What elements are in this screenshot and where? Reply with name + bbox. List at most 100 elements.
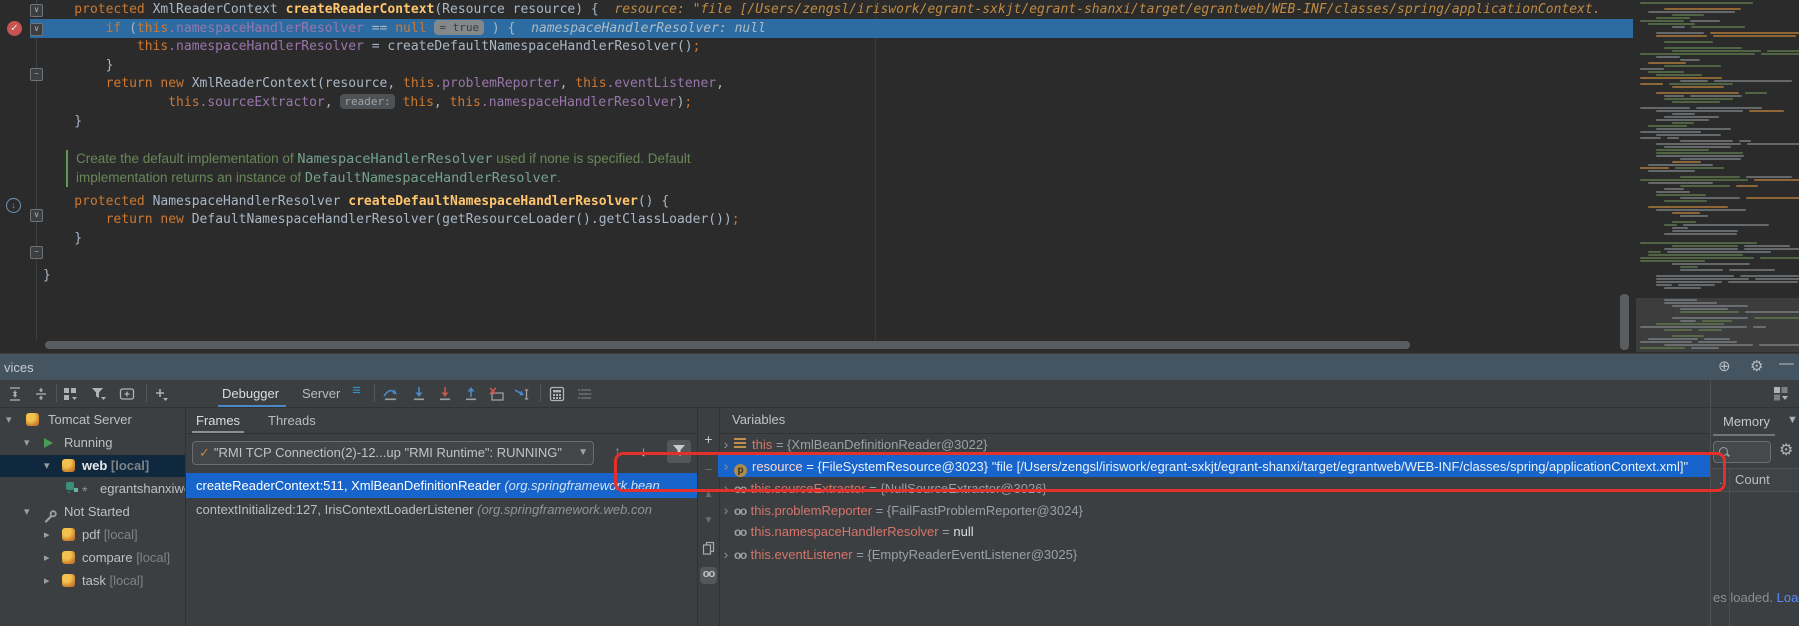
- tomcat-icon: [62, 459, 75, 472]
- variables-panel: Variables ›this = {XmlBeanDefinitionRead…: [718, 407, 1710, 626]
- sidebar-item-not-started[interactable]: ▾ Not Started: [0, 501, 185, 523]
- force-step-into-icon[interactable]: [436, 385, 453, 402]
- tomcat-icon: [26, 413, 39, 426]
- move-down-icon[interactable]: ▼: [698, 515, 719, 526]
- fold-marker-icon[interactable]: ∨: [30, 209, 43, 222]
- add-service-icon[interactable]: [152, 385, 169, 402]
- variable-row-this-namespaceHandlerResolver[interactable]: oothis.namespaceHandlerResolver = null: [718, 521, 1710, 543]
- add-tab-icon[interactable]: [118, 385, 135, 402]
- duplicate-watch-icon[interactable]: [698, 539, 719, 555]
- variable-name: this.problemReporter: [751, 503, 872, 518]
- variable-row-this-problemReporter[interactable]: ›oothis.problemReporter = {FailFastProbl…: [718, 499, 1710, 521]
- frames-panel: Frames Threads ✓"RMI TCP Connection(2)-1…: [186, 407, 697, 626]
- variable-row-this-eventListener[interactable]: ›oothis.eventListener = {EmptyReaderEven…: [718, 543, 1710, 565]
- tree-item-label: Not Started: [64, 501, 130, 523]
- help-target-icon[interactable]: ⊕: [1718, 357, 1731, 375]
- memory-panel: Memory ▼ ⚙ .. Count es loaded. Load: [1710, 380, 1799, 626]
- tab-debugger[interactable]: Debugger: [216, 384, 285, 403]
- code-line: }: [43, 113, 82, 132]
- stack-frame-row[interactable]: contextInitialized:127, IrisContextLoade…: [186, 499, 697, 521]
- tomcat-icon: [62, 528, 75, 541]
- chevron-down-icon[interactable]: ▾: [44, 455, 50, 477]
- show-watches-icon[interactable]: oo: [700, 567, 717, 584]
- gear-icon[interactable]: ⚙: [1750, 357, 1763, 375]
- variable-name: this.namespaceHandlerResolver: [751, 524, 939, 539]
- services-tree: ▾Tomcat Server▾Running▾web [local]*egran…: [0, 407, 186, 626]
- tree-item-suffix: [local]: [106, 573, 144, 588]
- view-options-icon[interactable]: [576, 385, 593, 402]
- tree-item-label: Running: [64, 432, 112, 454]
- code-editor[interactable]: protected XmlReaderContext createReaderC…: [0, 0, 1799, 352]
- fold-marker-icon[interactable]: ∨: [30, 4, 43, 17]
- sidebar-item-task[interactable]: ▸ task [local]: [0, 570, 185, 592]
- hide-icon[interactable]: —: [1779, 355, 1794, 372]
- variables-header: Variables: [718, 407, 1710, 434]
- thread-selector-value: "RMI TCP Connection(2)-12...up "RMI Runt…: [214, 445, 562, 460]
- sidebar-item-running[interactable]: ▾ Running: [0, 432, 185, 454]
- editor-vertical-scrollbar[interactable]: [1620, 294, 1629, 350]
- add-watch-icon[interactable]: +: [698, 431, 719, 447]
- tab-frames[interactable]: Frames: [190, 411, 246, 430]
- chevron-down-icon[interactable]: ▾: [24, 501, 30, 523]
- layout-settings-icon[interactable]: ≡: [348, 382, 365, 399]
- code-line: this.sourceExtractor, reader: this, this…: [43, 94, 692, 113]
- sidebar-item-web[interactable]: ▾ web [local]: [0, 455, 185, 477]
- tab-server[interactable]: Server: [296, 384, 346, 403]
- expand-all-icon[interactable]: [6, 385, 23, 402]
- chevron-right-icon[interactable]: ▸: [44, 547, 50, 569]
- sidebar-item-pdf[interactable]: ▸ pdf [local]: [0, 524, 185, 546]
- collapse-all-icon[interactable]: [32, 385, 49, 402]
- code-line: this.namespaceHandlerResolver = createDe…: [43, 38, 700, 57]
- step-out-icon[interactable]: [462, 385, 479, 402]
- sidebar-item-egrantshanxiweb[interactable]: *egrantshanxiweb: [0, 478, 185, 500]
- evaluate-expression-icon[interactable]: [548, 385, 565, 402]
- step-into-icon[interactable]: [410, 385, 427, 402]
- frame-package: (org.springframework.web.con: [477, 502, 652, 517]
- tree-item-label: task [local]: [82, 570, 143, 592]
- variable-value: = {EmptyReaderEventListener@3025}: [853, 547, 1078, 562]
- chevron-right-icon[interactable]: ▸: [44, 570, 50, 592]
- count-column-header: Count: [1735, 469, 1770, 491]
- tab-threads[interactable]: Threads: [262, 411, 322, 430]
- variables-title: Variables: [732, 412, 785, 427]
- code-line: }: [43, 57, 113, 76]
- variable-value: = {XmlBeanDefinitionReader@3022}: [772, 437, 987, 452]
- thread-selector-dropdown[interactable]: ✓"RMI TCP Connection(2)-12...up "RMI Run…: [192, 441, 594, 465]
- editor-horizontal-scrollbar[interactable]: [45, 341, 1410, 349]
- drop-frame-icon[interactable]: [488, 385, 505, 402]
- chevron-down-icon[interactable]: ▾: [6, 409, 12, 431]
- chevron-down-icon[interactable]: ▾: [24, 432, 30, 454]
- code-minimap[interactable]: [1636, 0, 1799, 352]
- sidebar-item-compare[interactable]: ▸ compare [local]: [0, 547, 185, 569]
- breakpoint-icon[interactable]: ✓: [7, 21, 22, 36]
- tree-item-label: pdf [local]: [82, 524, 138, 546]
- load-classes-link[interactable]: Load: [1777, 590, 1799, 605]
- filter-icon[interactable]: [90, 385, 107, 402]
- tree-item-label: compare [local]: [82, 547, 170, 569]
- tree-item-suffix: [local]: [100, 527, 138, 542]
- code-line: protected NamespaceHandlerResolver creat…: [43, 193, 669, 212]
- step-over-icon[interactable]: [382, 385, 399, 402]
- fold-marker-icon[interactable]: −: [30, 246, 43, 259]
- expand-chevron-icon[interactable]: ›: [718, 499, 734, 521]
- code-line: protected XmlReaderContext createReaderC…: [43, 1, 1601, 20]
- group-by-icon[interactable]: [62, 385, 79, 402]
- frame-location: contextInitialized:127, IrisContextLoade…: [196, 502, 477, 517]
- tree-item-suffix: [local]: [133, 550, 171, 565]
- ide-window: protected XmlReaderContext createReaderC…: [0, 0, 1799, 626]
- chevron-right-icon[interactable]: ▸: [44, 524, 50, 546]
- fold-marker-icon[interactable]: −: [30, 68, 43, 81]
- tool-window-title-bar: vices ⊕ ⚙ —: [0, 354, 1799, 380]
- memory-settings-gear-icon[interactable]: ⚙: [1779, 440, 1793, 460]
- fold-marker-icon[interactable]: ∨: [30, 23, 43, 36]
- chevron-down-icon[interactable]: ▼: [1787, 414, 1798, 426]
- expand-chevron-icon[interactable]: ›: [718, 543, 734, 565]
- implementing-method-icon[interactable]: ↓: [6, 198, 21, 213]
- tree-item-label: web [local]: [82, 455, 149, 477]
- code-line: if (this.namespaceHandlerResolver == nul…: [43, 20, 766, 39]
- memory-title: Memory: [1723, 414, 1770, 429]
- run-to-cursor-icon[interactable]: [514, 385, 531, 402]
- memory-footer: es loaded. Load: [1713, 590, 1799, 605]
- tool-window-title: vices: [4, 360, 34, 375]
- sidebar-item-tomcat-server[interactable]: ▾Tomcat Server: [0, 409, 185, 431]
